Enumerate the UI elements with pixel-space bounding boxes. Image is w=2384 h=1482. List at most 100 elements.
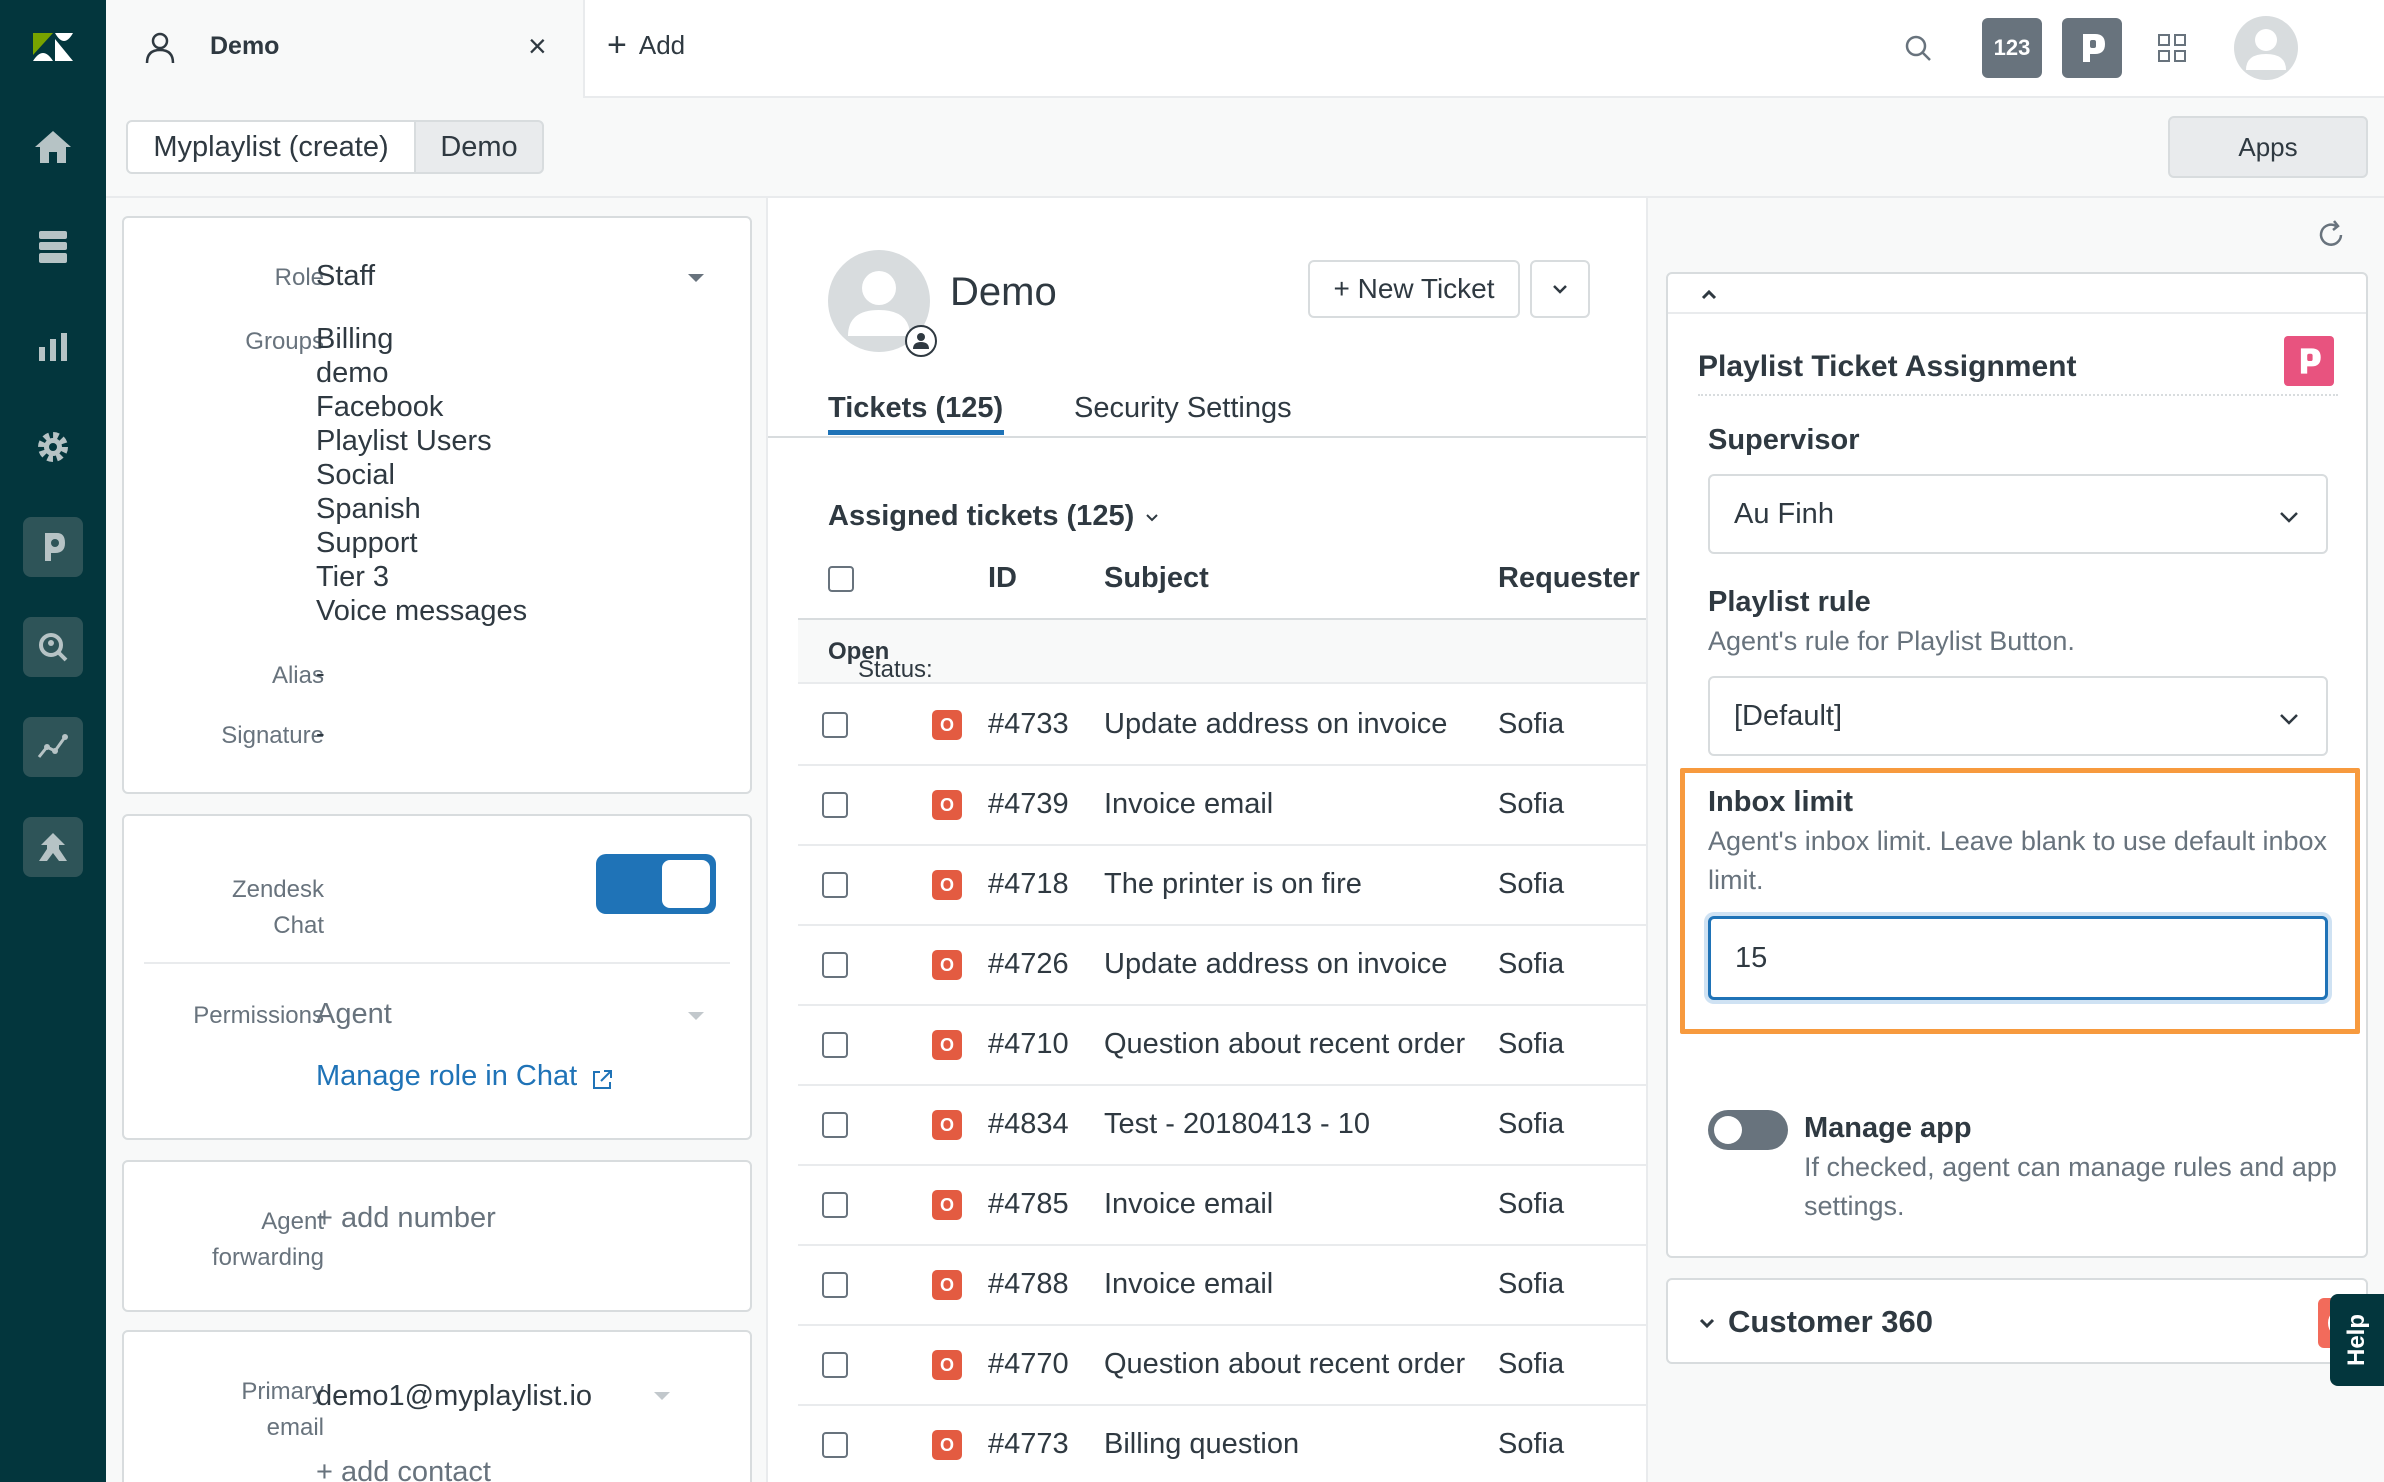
- apps-button[interactable]: Apps: [2168, 116, 2368, 178]
- ticket-requester[interactable]: Sofia: [1498, 1268, 1564, 1301]
- row-checkbox[interactable]: [822, 1432, 848, 1458]
- permissions-select[interactable]: Agent: [316, 998, 392, 1031]
- new-ticket-button[interactable]: + New Ticket: [1308, 260, 1520, 318]
- tab-demo[interactable]: Demo ×: [106, 0, 585, 98]
- search-icon[interactable]: [1888, 18, 1948, 78]
- ticket-row[interactable]: O #4788 Invoice email Sofia: [798, 1246, 1646, 1326]
- ticket-id[interactable]: #4739: [988, 788, 1069, 821]
- agent-app-nav-icon[interactable]: [0, 812, 106, 882]
- ticket-subject[interactable]: Update address on invoice: [1104, 948, 1447, 981]
- chevron-down-icon[interactable]: [688, 1012, 704, 1020]
- ticket-row[interactable]: O #4733 Update address on invoice Sofia: [798, 686, 1646, 766]
- ticket-subject[interactable]: Test - 20180413 - 10: [1104, 1108, 1370, 1141]
- ticket-id[interactable]: #4733: [988, 708, 1069, 741]
- app-123-icon[interactable]: 123: [1982, 18, 2042, 78]
- playlist-app-nav-icon[interactable]: [0, 512, 106, 582]
- row-checkbox[interactable]: [822, 1352, 848, 1378]
- ticket-id[interactable]: #4773: [988, 1428, 1069, 1461]
- home-icon[interactable]: [0, 112, 106, 182]
- customer-360-card[interactable]: Customer 360: [1666, 1278, 2368, 1364]
- ticket-id[interactable]: #4710: [988, 1028, 1069, 1061]
- ticket-id[interactable]: #4785: [988, 1188, 1069, 1221]
- ticket-id[interactable]: #4770: [988, 1348, 1069, 1381]
- add-tab-button[interactable]: + Add: [607, 28, 685, 62]
- views-icon[interactable]: [0, 212, 106, 282]
- playlist-rule-select[interactable]: [Default]: [1708, 676, 2328, 756]
- row-checkbox[interactable]: [822, 712, 848, 738]
- primary-email-value[interactable]: demo1@myplaylist.io: [316, 1380, 592, 1413]
- supervisor-select[interactable]: Au Finh: [1708, 474, 2328, 554]
- tab-security-settings[interactable]: Security Settings: [1074, 392, 1292, 425]
- external-link-icon[interactable]: [590, 1068, 614, 1092]
- ticket-id[interactable]: #4834: [988, 1108, 1069, 1141]
- ticket-subject[interactable]: The printer is on fire: [1104, 868, 1362, 901]
- close-tab-icon[interactable]: ×: [528, 28, 547, 64]
- signature-value[interactable]: -: [316, 718, 325, 749]
- tab-tickets[interactable]: Tickets (125): [828, 392, 1003, 425]
- new-ticket-menu-button[interactable]: [1530, 260, 1590, 318]
- ticket-requester[interactable]: Sofia: [1498, 1348, 1564, 1381]
- ticket-subject[interactable]: Question about recent order: [1104, 1348, 1465, 1381]
- product-tray-icon[interactable]: [2142, 18, 2202, 78]
- ticket-requester[interactable]: Sofia: [1498, 1108, 1564, 1141]
- assigned-tickets-dropdown[interactable]: Assigned tickets (125): [828, 500, 1162, 533]
- ticket-id[interactable]: #4726: [988, 948, 1069, 981]
- ticket-row[interactable]: O #4718 The printer is on fire Sofia: [798, 846, 1646, 926]
- row-checkbox[interactable]: [822, 1272, 848, 1298]
- row-checkbox[interactable]: [822, 1112, 848, 1138]
- ticket-id[interactable]: #4788: [988, 1268, 1069, 1301]
- analytics-app-nav-icon[interactable]: [0, 712, 106, 782]
- ticket-subject[interactable]: Invoice email: [1104, 788, 1273, 821]
- ticket-requester[interactable]: Sofia: [1498, 788, 1564, 821]
- ticket-row[interactable]: O #4726 Update address on invoice Sofia: [798, 926, 1646, 1006]
- add-number-link[interactable]: + add number: [316, 1202, 496, 1235]
- column-subject[interactable]: Subject: [1104, 562, 1209, 595]
- row-checkbox[interactable]: [822, 1192, 848, 1218]
- chevron-down-icon[interactable]: [654, 1392, 670, 1400]
- chevron-up-icon[interactable]: [1698, 284, 1720, 306]
- breadcrumb-demo[interactable]: Demo: [414, 120, 544, 174]
- column-requester[interactable]: Requester: [1498, 562, 1640, 595]
- ticket-requester[interactable]: Sofia: [1498, 1188, 1564, 1221]
- refresh-icon[interactable]: [2314, 218, 2348, 252]
- ticket-requester[interactable]: Sofia: [1498, 1028, 1564, 1061]
- ticket-row[interactable]: O #4773 Billing question Sofia: [798, 1406, 1646, 1482]
- ticket-row[interactable]: O #4834 Test - 20180413 - 10 Sofia: [798, 1086, 1646, 1166]
- profile-avatar-icon[interactable]: [2234, 16, 2298, 80]
- row-checkbox[interactable]: [822, 872, 848, 898]
- ticket-id[interactable]: #4718: [988, 868, 1069, 901]
- help-button[interactable]: Help: [2330, 1294, 2384, 1386]
- ticket-requester[interactable]: Sofia: [1498, 948, 1564, 981]
- playlist-app-icon[interactable]: [2062, 18, 2122, 78]
- ticket-requester[interactable]: Sofia: [1498, 708, 1564, 741]
- chevron-down-icon[interactable]: [688, 274, 704, 282]
- zendesk-logo-icon[interactable]: [0, 12, 106, 82]
- manage-app-toggle[interactable]: [1708, 1110, 1788, 1150]
- groups-list[interactable]: Billing demo Facebook Playlist Users Social S…: [316, 322, 527, 628]
- ticket-requester[interactable]: Sofia: [1498, 868, 1564, 901]
- row-checkbox[interactable]: [822, 792, 848, 818]
- role-select[interactable]: Staff: [316, 260, 375, 293]
- ticket-row[interactable]: O #4785 Invoice email Sofia: [798, 1166, 1646, 1246]
- ticket-row[interactable]: O #4770 Question about recent order Sofia: [798, 1326, 1646, 1406]
- column-id[interactable]: ID: [988, 562, 1017, 595]
- manage-role-link[interactable]: Manage role in Chat: [316, 1060, 577, 1093]
- settings-gear-icon[interactable]: [0, 412, 106, 482]
- row-checkbox[interactable]: [822, 952, 848, 978]
- select-all-checkbox[interactable]: [828, 566, 854, 592]
- reporting-icon[interactable]: [0, 312, 106, 382]
- chat-toggle[interactable]: [596, 854, 716, 914]
- add-contact-link[interactable]: + add contact: [316, 1456, 491, 1482]
- ticket-row[interactable]: O #4739 Invoice email Sofia: [798, 766, 1646, 846]
- ticket-subject[interactable]: Invoice email: [1104, 1268, 1273, 1301]
- breadcrumb-myplaylist-create[interactable]: Myplaylist (create): [126, 120, 416, 174]
- search-app-nav-icon[interactable]: [0, 612, 106, 682]
- ticket-requester[interactable]: Sofia: [1498, 1428, 1564, 1461]
- ticket-subject[interactable]: Invoice email: [1104, 1188, 1273, 1221]
- ticket-subject[interactable]: Question about recent order: [1104, 1028, 1465, 1061]
- row-checkbox[interactable]: [822, 1032, 848, 1058]
- alias-value[interactable]: -: [316, 658, 325, 689]
- ticket-row[interactable]: O #4710 Question about recent order Sofia: [798, 1006, 1646, 1086]
- ticket-subject[interactable]: Update address on invoice: [1104, 708, 1447, 741]
- ticket-subject[interactable]: Billing question: [1104, 1428, 1299, 1461]
